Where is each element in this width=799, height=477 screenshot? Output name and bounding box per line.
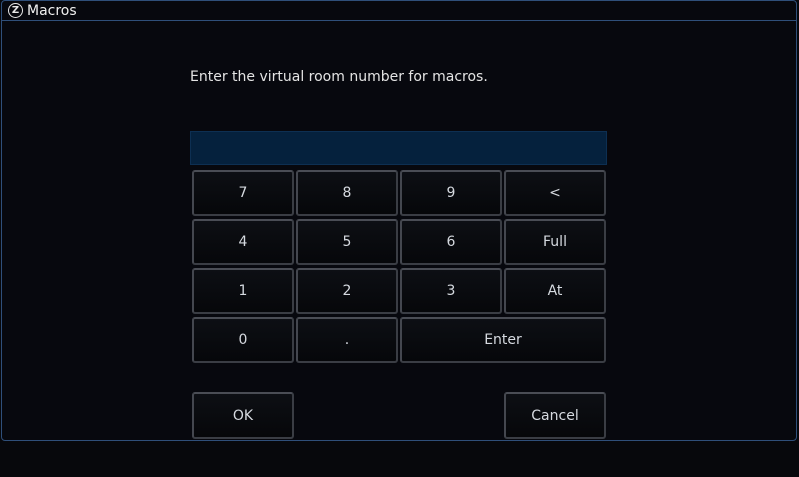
ok-button[interactable]: OK [192, 392, 294, 439]
keypad-1-button[interactable]: 1 [192, 268, 294, 314]
keypad-4-button[interactable]: 4 [192, 219, 294, 265]
keypad-5-button[interactable]: 5 [296, 219, 398, 265]
full-button[interactable]: Full [504, 219, 606, 265]
keypad-0-button[interactable]: 0 [192, 317, 294, 363]
keypad-2-button[interactable]: 2 [296, 268, 398, 314]
at-button[interactable]: At [504, 268, 606, 314]
keypad-8-button[interactable]: 8 [296, 170, 398, 216]
dialog-prompt: Enter the virtual room number for macros… [190, 69, 488, 85]
macros-window: Z Macros [1, 0, 797, 441]
title-bar: Z Macros [2, 1, 796, 21]
cancel-button[interactable]: Cancel [504, 392, 606, 439]
enter-button[interactable]: Enter [400, 317, 606, 363]
keypad-3-button[interactable]: 3 [400, 268, 502, 314]
keypad-6-button[interactable]: 6 [400, 219, 502, 265]
window-title: Macros [27, 2, 77, 19]
keypad-7-button[interactable]: 7 [192, 170, 294, 216]
keypad-dot-button[interactable]: . [296, 317, 398, 363]
keypad-9-button[interactable]: 9 [400, 170, 502, 216]
room-number-input[interactable] [190, 131, 607, 165]
app-logo-icon: Z [8, 3, 23, 18]
backspace-button[interactable]: < [504, 170, 606, 216]
